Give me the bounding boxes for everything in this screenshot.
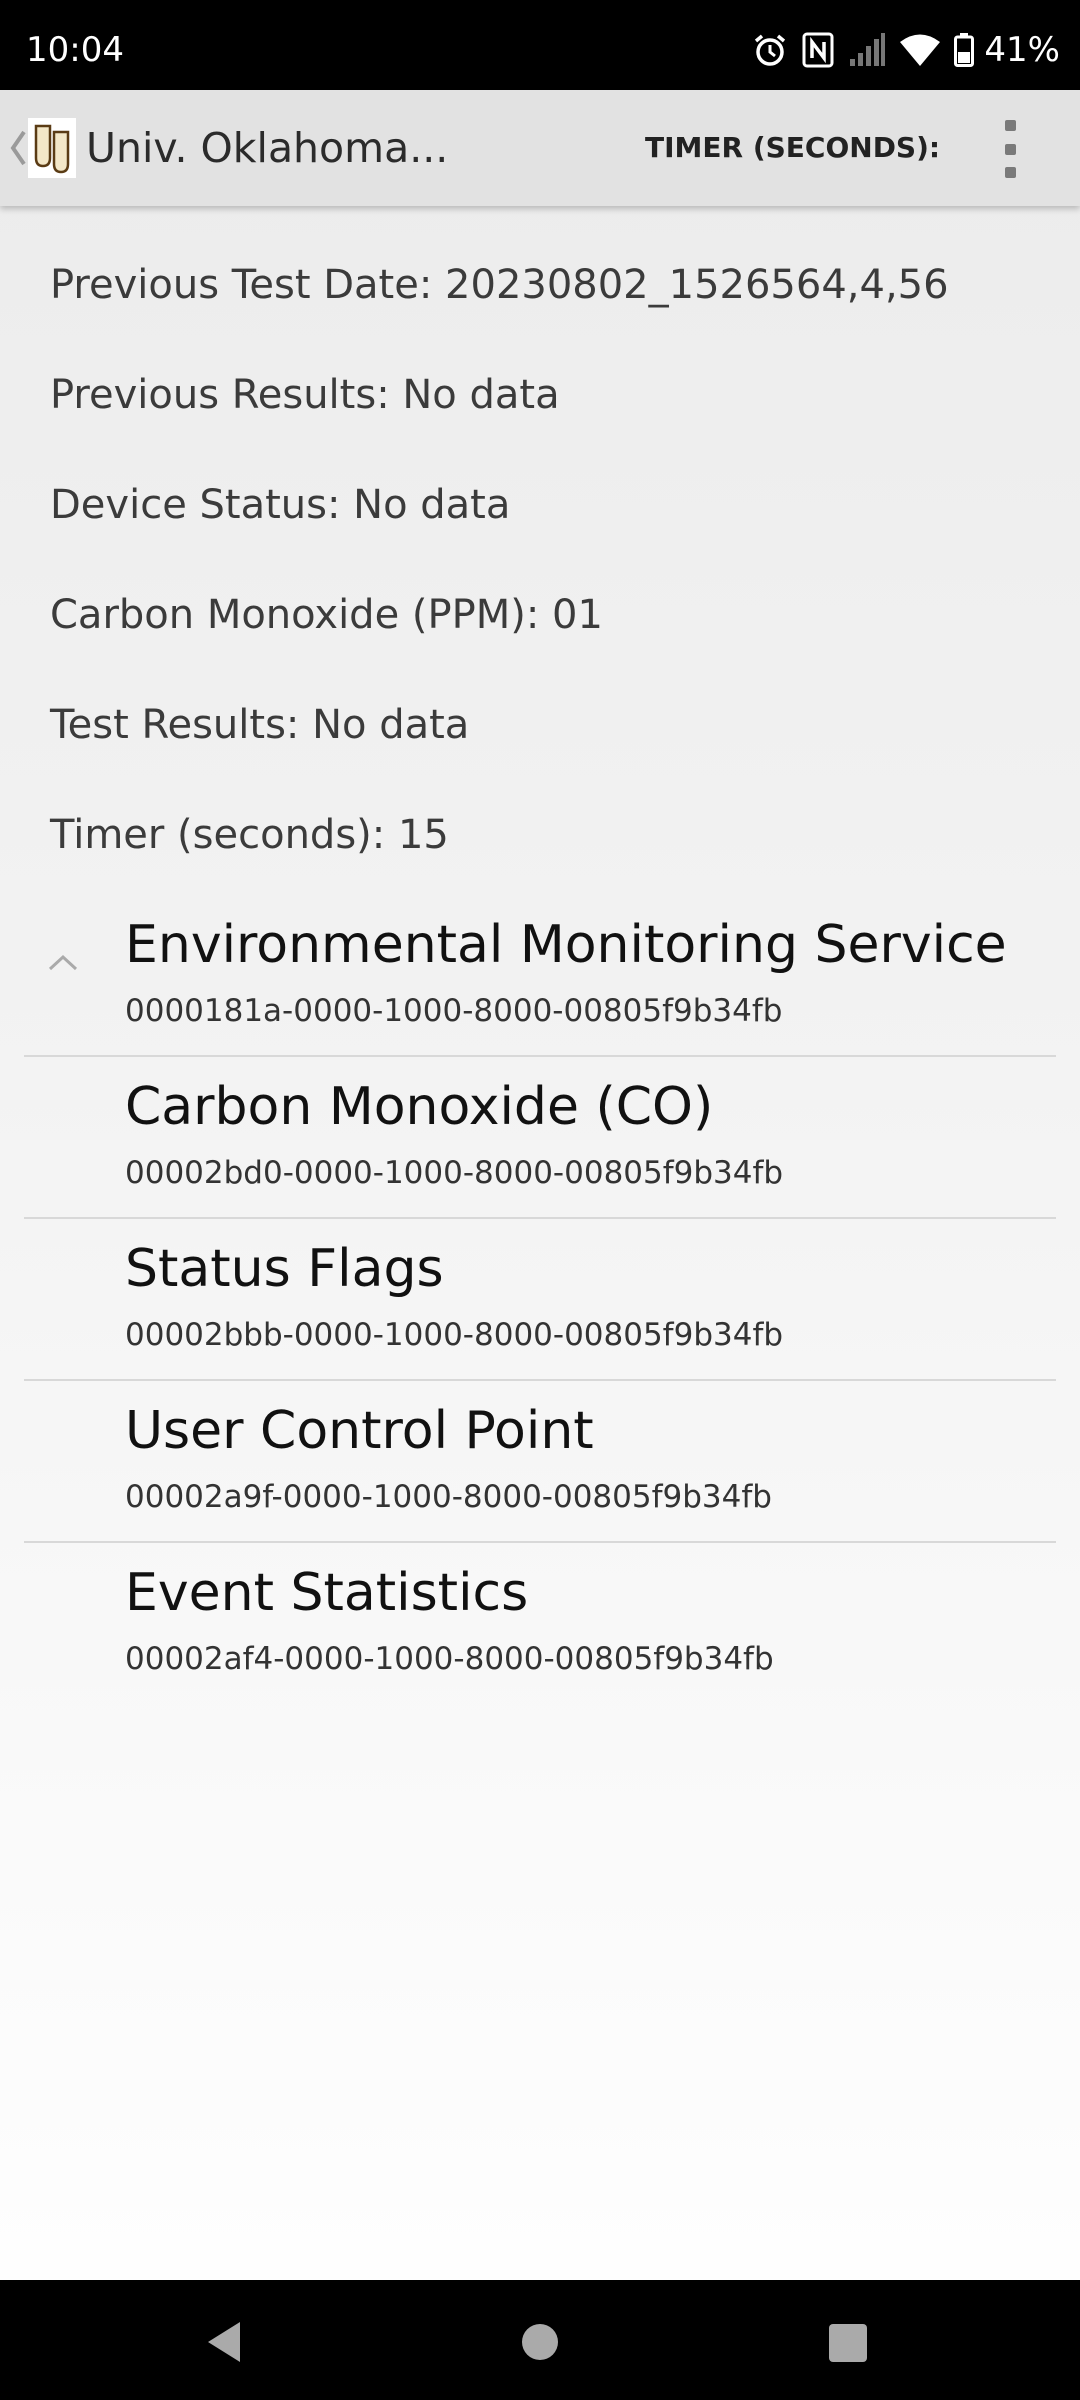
wifi-icon bbox=[900, 34, 941, 66]
characteristic-name: Status Flags bbox=[125, 1239, 444, 1299]
service-row-environmental-monitoring[interactable]: Environmental Monitoring Service 0000181… bbox=[24, 895, 1056, 1057]
status-bar: 10:04 41% bbox=[0, 0, 1080, 90]
characteristic-row-carbon-monoxide[interactable]: Carbon Monoxide (CO) 00002bd0-0000-1000-… bbox=[24, 1057, 1056, 1219]
carbon-monoxide-reading: Carbon Monoxide (PPM): 01 bbox=[50, 592, 603, 638]
timer-value: Timer (seconds): 15 bbox=[50, 812, 449, 858]
overflow-menu-icon[interactable] bbox=[990, 120, 1030, 178]
app-title: Univ. Oklahoma... bbox=[86, 124, 449, 172]
alarm-icon bbox=[755, 34, 786, 66]
previous-test-date: Previous Test Date: 20230802_1526564,4,5… bbox=[50, 262, 949, 308]
characteristic-name: Carbon Monoxide (CO) bbox=[125, 1077, 714, 1137]
service-name: Environmental Monitoring Service bbox=[125, 915, 1007, 975]
recents-icon[interactable] bbox=[829, 2324, 867, 2362]
characteristic-row-status-flags[interactable]: Status Flags 00002bbb-0000-1000-8000-008… bbox=[24, 1219, 1056, 1381]
system-nav-bar bbox=[0, 2280, 1080, 2400]
battery-icon bbox=[954, 33, 975, 67]
characteristic-name: Event Statistics bbox=[125, 1563, 529, 1623]
overflow-dot bbox=[1004, 120, 1016, 131]
up-chevron-icon[interactable] bbox=[8, 126, 28, 170]
test-results: Test Results: No data bbox=[50, 702, 470, 748]
device-status: Device Status: No data bbox=[50, 482, 511, 528]
home-icon[interactable] bbox=[522, 2324, 558, 2360]
nfc-icon bbox=[802, 32, 834, 68]
back-icon[interactable] bbox=[204, 2320, 244, 2364]
timer-label: TIMER (SECONDS): bbox=[645, 131, 941, 164]
characteristic-row-event-statistics[interactable]: Event Statistics 00002af4-0000-1000-8000… bbox=[24, 1543, 1056, 1705]
app-logo[interactable] bbox=[28, 118, 76, 178]
service-uuid: 0000181a-0000-1000-8000-00805f9b34fb bbox=[125, 993, 783, 1029]
signal-icon bbox=[850, 33, 886, 66]
previous-results: Previous Results: No data bbox=[50, 372, 560, 418]
battery-percentage: 41% bbox=[984, 30, 1060, 70]
characteristic-uuid: 00002a9f-0000-1000-8000-00805f9b34fb bbox=[125, 1479, 772, 1515]
characteristic-uuid: 00002bd0-0000-1000-8000-00805f9b34fb bbox=[125, 1155, 784, 1191]
status-icons: 41% bbox=[752, 0, 1060, 100]
characteristic-uuid: 00002af4-0000-1000-8000-00805f9b34fb bbox=[125, 1641, 774, 1677]
characteristic-row-user-control-point[interactable]: User Control Point 00002a9f-0000-1000-80… bbox=[24, 1381, 1056, 1543]
status-time: 10:04 bbox=[26, 30, 124, 70]
overflow-dot bbox=[1004, 143, 1016, 155]
characteristic-uuid: 00002bbb-0000-1000-8000-00805f9b34fb bbox=[125, 1317, 784, 1353]
overflow-dot bbox=[1004, 167, 1016, 178]
collapse-icon[interactable] bbox=[46, 945, 80, 979]
characteristic-name: User Control Point bbox=[125, 1401, 594, 1461]
app-bar: Univ. Oklahoma... TIMER (SECONDS): bbox=[0, 90, 1080, 206]
